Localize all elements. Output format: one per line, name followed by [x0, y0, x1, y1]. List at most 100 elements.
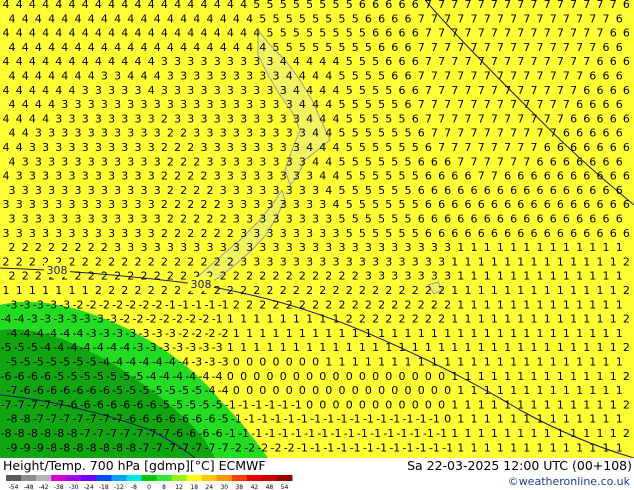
grid-value: -1 [284, 413, 295, 426]
grid-value: -7 [14, 398, 25, 411]
grid-value: 1 [570, 255, 577, 268]
grid-value: -7 [7, 384, 18, 397]
grid-value: 2 [220, 270, 227, 283]
grid-value: -1 [205, 298, 216, 311]
grid-value: -6 [46, 384, 57, 397]
grid-value: 7 [465, 112, 472, 125]
grid-value: 1 [537, 413, 544, 426]
grid-value: 4 [48, 12, 55, 25]
grid-value: 6 [412, 27, 419, 40]
grid-value: 1 [523, 356, 530, 369]
grid-value: 2 [114, 270, 121, 283]
grid-value: -1 [238, 398, 249, 411]
grid-value: 5 [352, 70, 359, 83]
grid-value: 1 [550, 356, 557, 369]
grid-value: 7 [444, 12, 451, 25]
grid-value: 3 [365, 241, 372, 254]
grid-value: -5 [46, 356, 57, 369]
grid-value: 4 [333, 198, 340, 211]
grid-value: 7 [471, 70, 478, 83]
grid-value: 6 [570, 227, 577, 240]
grid-value: 6 [603, 213, 610, 226]
grid-value: 2 [214, 198, 221, 211]
grid-value: 4 [95, 55, 102, 68]
grid-value: 7 [523, 12, 530, 25]
grid-value: 7 [570, 27, 577, 40]
grid-value: 6 [497, 184, 504, 197]
grid-value: 6 [412, 55, 419, 68]
grid-value: 4 [319, 170, 326, 183]
grid-value: 6 [603, 127, 610, 140]
grid-value: 7 [431, 70, 438, 83]
grid-value: 1 [523, 270, 530, 283]
grid-value: 6 [623, 112, 630, 125]
grid-value: 3 [425, 255, 432, 268]
grid-value: 3 [75, 184, 82, 197]
grid-value: 3 [227, 112, 234, 125]
grid-value: 4 [55, 27, 62, 40]
grid-value: 4 [180, 41, 187, 54]
grid-value: -1 [265, 427, 276, 440]
grid-value: 5 [399, 198, 406, 211]
grid-value: 3 [16, 227, 23, 240]
color-swatch [186, 475, 203, 481]
grid-value: 6 [385, 0, 392, 11]
grid-value: 6 [610, 170, 617, 183]
grid-value: 0 [267, 370, 274, 383]
grid-value: 5 [306, 27, 313, 40]
grid-value: 7 [431, 12, 438, 25]
grid-value: 3 [42, 170, 49, 183]
grid-value: 3 [48, 184, 55, 197]
grid-value: 2 [161, 141, 168, 154]
grid-value: 1 [451, 341, 458, 354]
grid-value: 1 [69, 284, 76, 297]
grid-value: 6 [412, 112, 419, 125]
grid-value: -1 [178, 298, 189, 311]
grid-value: -1 [429, 413, 440, 426]
grid-value: 1 [616, 413, 623, 426]
color-swatch [66, 475, 82, 481]
grid-value: 2 [312, 270, 319, 283]
grid-value: 5 [405, 155, 412, 168]
grid-value: 4 [280, 55, 287, 68]
grid-value: 5 [339, 41, 346, 54]
grid-value: 4 [22, 41, 29, 54]
grid-value: 3 [253, 198, 260, 211]
grid-value: 6 [510, 213, 517, 226]
grid-value: 5 [378, 155, 385, 168]
grid-value: 3 [88, 127, 95, 140]
grid-value: 3 [431, 241, 438, 254]
grid-value: 3 [121, 141, 128, 154]
grid-value: 4 [148, 0, 155, 11]
grid-value: 7 [576, 70, 583, 83]
grid-value: 0 [359, 370, 366, 383]
grid-value: 6 [444, 184, 451, 197]
grid-value: 3 [101, 127, 108, 140]
grid-value: 2 [339, 270, 346, 283]
grid-value: 7 [457, 70, 464, 83]
grid-value: -1 [310, 413, 321, 426]
grid-value: -3 [20, 298, 31, 311]
grid-value: 1 [589, 441, 596, 454]
credit-link[interactable]: ©weatheronline.co.uk [508, 475, 630, 488]
grid-value: 7 [478, 112, 485, 125]
grid-value: 1 [451, 313, 458, 326]
grid-value: 1 [603, 241, 610, 254]
grid-value: 6 [504, 227, 511, 240]
grid-value: 4 [220, 41, 227, 54]
grid-value: 7 [491, 27, 498, 40]
grid-value: 4 [154, 12, 161, 25]
grid-value: 1 [484, 241, 491, 254]
grid-value: 3 [391, 270, 398, 283]
grid-value: 1 [16, 284, 23, 297]
grid-value: -1 [225, 398, 236, 411]
grid-value: 1 [583, 427, 590, 440]
grid-value: -1 [244, 413, 255, 426]
grid-value: 3 [333, 255, 340, 268]
grid-value: 5 [346, 198, 353, 211]
grid-value: 2 [623, 398, 630, 411]
grid-value: 2 [148, 284, 155, 297]
grid-value: 6 [510, 184, 517, 197]
grid-value: 4 [75, 12, 82, 25]
grid-value: -7 [40, 398, 51, 411]
